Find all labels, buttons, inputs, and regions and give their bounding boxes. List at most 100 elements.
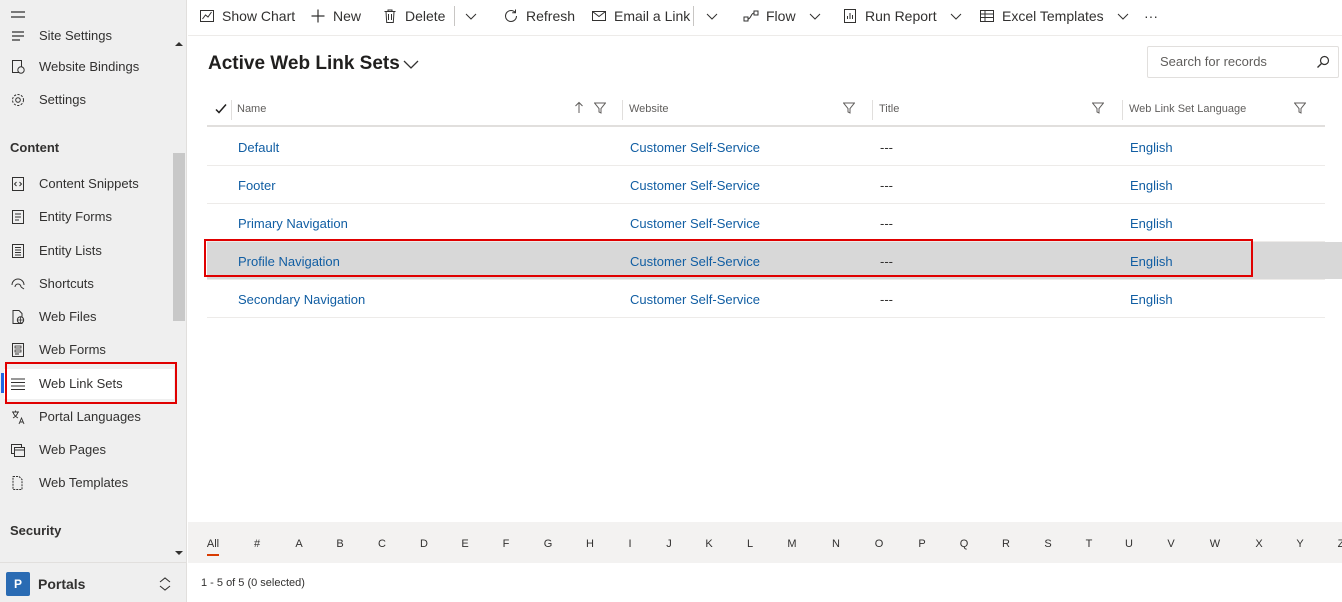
jump-letter-m[interactable]: M xyxy=(787,538,796,550)
chevron-down-icon xyxy=(1117,13,1129,20)
jump-letter-a[interactable]: A xyxy=(295,538,302,550)
sidebar-item-settings[interactable]: Settings xyxy=(0,85,175,115)
cell-name[interactable]: Primary Navigation xyxy=(238,216,348,231)
view-selector-chevron-icon[interactable] xyxy=(402,56,420,72)
delete-more-chevron[interactable] xyxy=(465,0,477,32)
jump-letter-w[interactable]: W xyxy=(1210,538,1220,550)
jump-letter-r[interactable]: R xyxy=(1002,538,1010,550)
list-icon xyxy=(10,243,26,259)
flow-button[interactable]: Flow xyxy=(743,0,821,32)
sidebar-item-web-files[interactable]: Web Files xyxy=(0,302,175,332)
jump-letter-i[interactable]: I xyxy=(628,538,631,550)
filter-icon[interactable] xyxy=(843,102,855,114)
template-icon xyxy=(10,475,26,491)
table-row[interactable]: Secondary Navigation Customer Self-Servi… xyxy=(207,280,1325,318)
table-row[interactable]: Primary Navigation Customer Self-Service… xyxy=(207,204,1325,242)
sidebar-item-label: Web Files xyxy=(39,309,97,324)
filter-icon[interactable] xyxy=(1092,102,1104,114)
table-row[interactable]: Default Customer Self-Service --- Englis… xyxy=(207,128,1325,166)
scroll-down-arrow-icon[interactable] xyxy=(174,549,184,557)
jump-letter-all[interactable]: All xyxy=(207,538,219,550)
cell-name[interactable]: Default xyxy=(238,140,279,155)
jump-letter-z[interactable]: Z xyxy=(1338,538,1342,550)
jump-letter-b[interactable]: B xyxy=(336,538,343,550)
area-switcher[interactable]: P Portals xyxy=(0,562,186,602)
jump-letter-o[interactable]: O xyxy=(875,538,884,550)
sidebar-item-web-forms[interactable]: Web Forms xyxy=(0,335,175,365)
column-header-language[interactable]: Web Link Set Language xyxy=(1123,93,1321,125)
jump-letter-y[interactable]: Y xyxy=(1296,538,1303,550)
email-link-button[interactable]: Email a Link xyxy=(591,0,690,32)
cell-website[interactable]: Customer Self-Service xyxy=(630,292,760,307)
jump-letter-c[interactable]: C xyxy=(378,538,386,550)
sidebar-item-shortcuts[interactable]: Shortcuts xyxy=(0,269,175,299)
sidebar-item-label: Site Settings xyxy=(39,28,112,43)
sidebar-item-label: Web Templates xyxy=(39,475,129,490)
jump-letter-q[interactable]: Q xyxy=(960,538,969,550)
more-commands-button[interactable]: ··· xyxy=(1144,0,1158,32)
jump-letter-u[interactable]: U xyxy=(1125,538,1133,550)
cell-language[interactable]: English xyxy=(1130,178,1173,193)
sidebar-item-portal-languages[interactable]: Portal Languages xyxy=(0,402,175,432)
view-title[interactable]: Active Web Link Sets xyxy=(208,53,400,75)
jump-letter-l[interactable]: L xyxy=(747,538,753,550)
jump-letter-x[interactable]: X xyxy=(1255,538,1262,550)
jump-active-underline xyxy=(207,554,219,556)
jump-letter-p[interactable]: P xyxy=(918,538,925,550)
jump-letter-f[interactable]: F xyxy=(503,538,510,550)
jump-letter-hash[interactable]: # xyxy=(254,538,260,550)
cell-website[interactable]: Customer Self-Service xyxy=(630,178,760,193)
jump-letter-e[interactable]: E xyxy=(461,538,468,550)
flow-icon xyxy=(743,8,759,24)
jump-letter-n[interactable]: N xyxy=(832,538,840,550)
search-icon[interactable] xyxy=(1316,55,1330,69)
email-more-chevron[interactable] xyxy=(706,0,718,32)
excel-templates-button[interactable]: Excel Templates xyxy=(979,0,1129,32)
cell-language[interactable]: English xyxy=(1130,140,1173,155)
jump-letter-d[interactable]: D xyxy=(420,538,428,550)
cell-website[interactable]: Customer Self-Service xyxy=(630,140,760,155)
cell-language[interactable]: English xyxy=(1130,216,1173,231)
column-header-name[interactable]: Name xyxy=(232,93,622,125)
sidebar-item-content-snippets[interactable]: Content Snippets xyxy=(0,169,175,199)
chevron-down-icon xyxy=(465,13,477,20)
column-header-website[interactable]: Website xyxy=(623,93,872,125)
web-page-icon xyxy=(10,442,26,458)
sidebar-item-web-pages[interactable]: Web Pages xyxy=(0,435,175,465)
chevron-up-down-icon xyxy=(158,576,172,592)
select-all-checkmark-icon[interactable] xyxy=(215,103,227,115)
sidebar-item-web-templates[interactable]: Web Templates xyxy=(0,468,175,498)
jump-letter-g[interactable]: G xyxy=(544,538,553,550)
refresh-button[interactable]: Refresh xyxy=(503,0,575,32)
jump-letter-t[interactable]: T xyxy=(1086,538,1093,550)
sidebar-scrollbar-thumb[interactable] xyxy=(173,153,185,321)
jump-letter-h[interactable]: H xyxy=(586,538,594,550)
new-button[interactable]: New xyxy=(310,0,361,32)
search-input[interactable] xyxy=(1160,54,1310,69)
email-link-icon xyxy=(591,8,607,24)
filter-icon[interactable] xyxy=(1294,102,1306,114)
jump-letter-s[interactable]: S xyxy=(1044,538,1051,550)
filter-icon[interactable] xyxy=(594,102,606,114)
sidebar-item-website-bindings[interactable]: Website Bindings xyxy=(0,52,175,82)
table-row[interactable]: Footer Customer Self-Service --- English xyxy=(207,166,1325,204)
column-header-title[interactable]: Title xyxy=(873,93,1123,125)
run-report-button[interactable]: Run Report xyxy=(842,0,962,32)
sidebar-item-label: Website Bindings xyxy=(39,59,140,74)
sidebar-item-entity-forms[interactable]: Entity Forms xyxy=(0,202,175,232)
cell-name[interactable]: Footer xyxy=(238,178,276,193)
scroll-clip-top xyxy=(0,0,172,28)
scroll-up-arrow-icon[interactable] xyxy=(174,40,184,48)
cell-name[interactable]: Secondary Navigation xyxy=(238,292,365,307)
delete-button[interactable]: Delete xyxy=(382,0,445,32)
jump-letter-k[interactable]: K xyxy=(705,538,712,550)
jump-letter-j[interactable]: J xyxy=(666,538,672,550)
sort-ascending-icon xyxy=(574,101,584,114)
sidebar-item-entity-lists[interactable]: Entity Lists xyxy=(0,236,175,266)
jump-letter-v[interactable]: V xyxy=(1167,538,1174,550)
cell-website[interactable]: Customer Self-Service xyxy=(630,216,760,231)
search-box[interactable] xyxy=(1147,46,1339,78)
show-chart-button[interactable]: Show Chart xyxy=(199,0,295,32)
cell-language[interactable]: English xyxy=(1130,292,1173,307)
report-icon xyxy=(842,8,858,24)
